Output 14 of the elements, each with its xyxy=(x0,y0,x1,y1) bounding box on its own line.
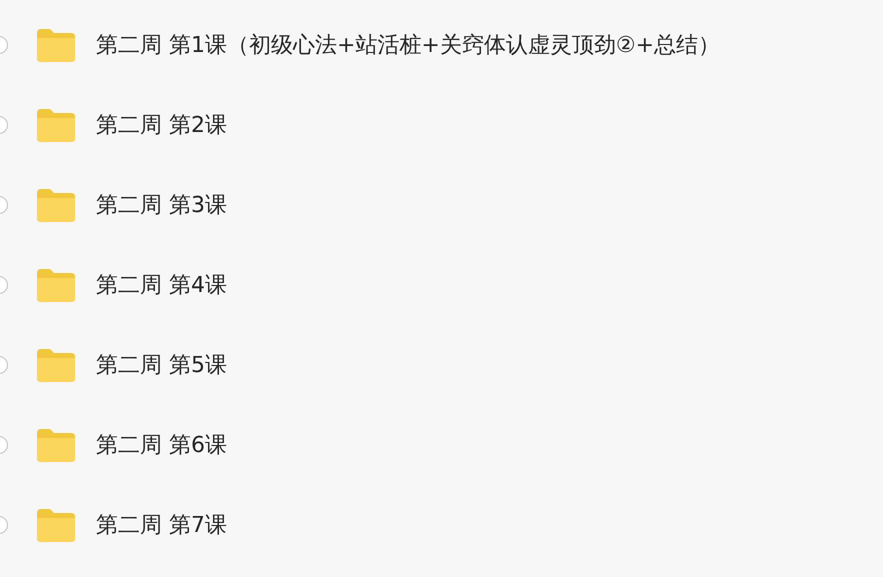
folder-name[interactable]: 第二周 第2课 xyxy=(96,108,227,142)
folder-name[interactable]: 第二周 第3课 xyxy=(96,188,227,222)
folder-name[interactable]: 第二周 第6课 xyxy=(96,428,227,462)
folder-name[interactable]: 第二周 第4课 xyxy=(96,268,227,302)
folder-name[interactable]: 第二周 第1课（初级心法+站活桩+关窍体认虚灵顶劲②+总结） xyxy=(96,28,720,62)
folder-icon xyxy=(35,507,77,543)
folder-icon xyxy=(35,27,77,63)
folder-icon xyxy=(35,107,77,143)
folder-icon xyxy=(35,187,77,223)
folder-name[interactable]: 第二周 第7课 xyxy=(96,508,227,542)
folder-name[interactable]: 第二周 第5课 xyxy=(96,348,227,382)
folder-icon xyxy=(35,267,77,303)
folder-icon xyxy=(35,347,77,383)
folder-icon xyxy=(35,427,77,463)
